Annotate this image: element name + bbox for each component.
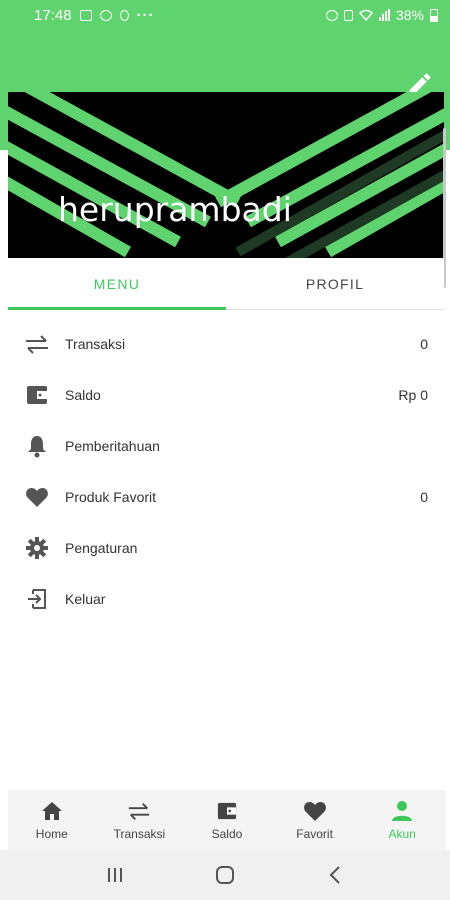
account-menu: Transaksi 0 Saldo Rp 0 Pemberitahuan Pro… (8, 318, 444, 624)
recents-icon (108, 868, 122, 882)
nav-item-home[interactable]: Home (8, 790, 96, 850)
menu-label: Pemberitahuan (65, 437, 160, 454)
more-notifications: ··· (136, 6, 155, 24)
tab-profil[interactable]: PROFIL (226, 258, 444, 309)
alarm-icon (325, 9, 338, 21)
status-time: 17:48 (34, 6, 72, 24)
mute-icon (343, 9, 353, 21)
heart-icon (303, 799, 327, 823)
nav-label: Home (35, 827, 68, 841)
status-left: 17:48 ··· (34, 7, 155, 24)
back-button[interactable] (315, 855, 355, 895)
menu-item-keluar[interactable]: Keluar (8, 573, 444, 624)
system-navigation (0, 850, 450, 900)
menu-label: Produk Favorit (65, 488, 157, 505)
wallet-icon (24, 382, 50, 408)
logout-icon (24, 586, 50, 612)
menu-item-saldo[interactable]: Saldo Rp 0 (8, 369, 444, 420)
status-bar: 17:48 ··· 38% (0, 0, 450, 30)
home-circle-icon (216, 866, 234, 884)
menu-item-pemberitahuan[interactable]: Pemberitahuan (8, 420, 444, 471)
menu-item-pengaturan[interactable]: Pengaturan (8, 522, 444, 573)
profile-banner: heruprambadi (8, 92, 444, 258)
transfer-arrows-icon (127, 799, 151, 823)
recents-button[interactable] (95, 855, 135, 895)
gear-icon (24, 535, 50, 561)
menu-value: 0 (420, 335, 428, 352)
menu-value: 0 (420, 488, 428, 505)
menu-item-transaksi[interactable]: Transaksi 0 (8, 318, 444, 369)
banner-pattern (8, 92, 444, 258)
menu-label: Pengaturan (65, 539, 138, 556)
nav-label: Akun (388, 827, 416, 841)
person-icon (390, 799, 414, 823)
nav-label: Saldo (211, 827, 243, 841)
menu-label: Saldo (65, 386, 101, 403)
back-icon (329, 866, 340, 884)
home-icon (40, 799, 64, 823)
wifi-icon (358, 9, 373, 21)
tab-menu[interactable]: MENU (8, 258, 226, 310)
username: heruprambadi (58, 190, 292, 229)
nav-item-transaksi[interactable]: Transaksi (96, 790, 184, 850)
nav-item-saldo[interactable]: Saldo (183, 790, 271, 850)
image-icon (79, 9, 92, 21)
nav-item-favorit[interactable]: Favorit (271, 790, 359, 850)
signal-icon (378, 9, 390, 21)
wallet-icon (215, 799, 239, 823)
bell-icon (24, 433, 50, 459)
menu-value: Rp 0 (398, 386, 428, 403)
home-button[interactable] (205, 855, 245, 895)
menu-item-produk-favorit[interactable]: Produk Favorit 0 (8, 471, 444, 522)
notification-icon (119, 9, 129, 21)
nav-label: Transaksi (113, 827, 166, 841)
transfer-arrows-icon (24, 331, 50, 357)
menu-label: Transaksi (65, 335, 126, 352)
whatsapp-icon (99, 9, 112, 21)
heart-icon (24, 484, 50, 510)
nav-item-akun[interactable]: Akun (358, 790, 446, 850)
status-right: 38% (325, 7, 438, 23)
nav-label: Favorit (296, 827, 333, 841)
battery-icon (430, 8, 438, 22)
profile-tabs: MENU PROFIL (8, 258, 444, 310)
battery-percent: 38% (395, 7, 424, 23)
menu-label: Keluar (65, 590, 106, 607)
bottom-navigation: Home Transaksi Saldo Favorit Akun (8, 790, 446, 850)
